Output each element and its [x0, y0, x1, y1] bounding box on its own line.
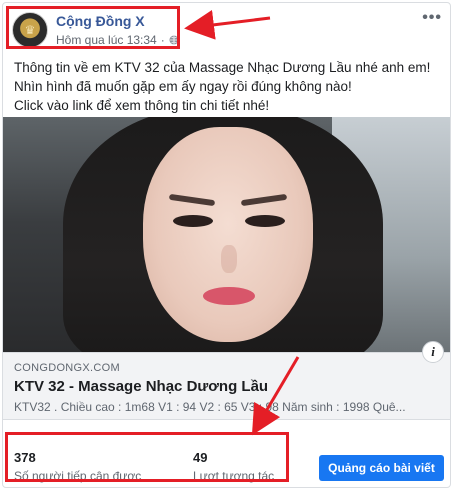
link-description: KTV32 . Chiều cao : 1m68 V1 : 94 V2 : 65… [14, 400, 406, 414]
globe-icon [169, 35, 179, 45]
link-title[interactable]: KTV 32 - Massage Nhạc Dương Lầu [14, 378, 268, 395]
boost-post-button[interactable]: Quảng cáo bài viết [319, 455, 444, 481]
link-domain: CONGDONGX.COM [14, 362, 120, 374]
post-header: ♛ Cộng Đồng X Hôm qua lúc 13:34 · ••• [3, 3, 450, 53]
post-photo[interactable] [3, 117, 450, 352]
page-name-link[interactable]: Cộng Đồng X [56, 13, 145, 29]
photo-face [143, 127, 313, 342]
reach-value: 378 [14, 450, 36, 465]
engagement-value: 49 [193, 450, 208, 465]
page-avatar[interactable]: ♛ [12, 12, 48, 48]
info-icon[interactable]: i [422, 341, 444, 363]
post-text-line: Nhìn hình đã muốn gặp em ấy ngay rồi đún… [14, 79, 352, 94]
post-card: ♛ Cộng Đồng X Hôm qua lúc 13:34 · ••• Th… [2, 2, 451, 488]
post-text-line: Thông tin về em KTV 32 của Massage Nhạc … [14, 60, 431, 75]
post-meta: Hôm qua lúc 13:34 · [56, 33, 179, 47]
link-preview[interactable]: i CONGDONGX.COM KTV 32 - Massage Nhạc Dư… [3, 341, 450, 420]
post-timestamp[interactable]: Hôm qua lúc 13:34 [56, 33, 157, 47]
reach-label: Số người tiếp cận được [14, 469, 142, 483]
post-insights: 378 Số người tiếp cận được 49 Lượt tương… [3, 420, 450, 487]
post-message: Thông tin về em KTV 32 của Massage Nhạc … [14, 58, 444, 115]
crown-logo-icon: ♛ [24, 23, 36, 37]
engagement-label: Lượt tương tác [193, 469, 275, 483]
post-text-line: Click vào link để xem thông tin chi tiết… [14, 98, 270, 113]
more-options-icon[interactable]: ••• [422, 9, 442, 27]
